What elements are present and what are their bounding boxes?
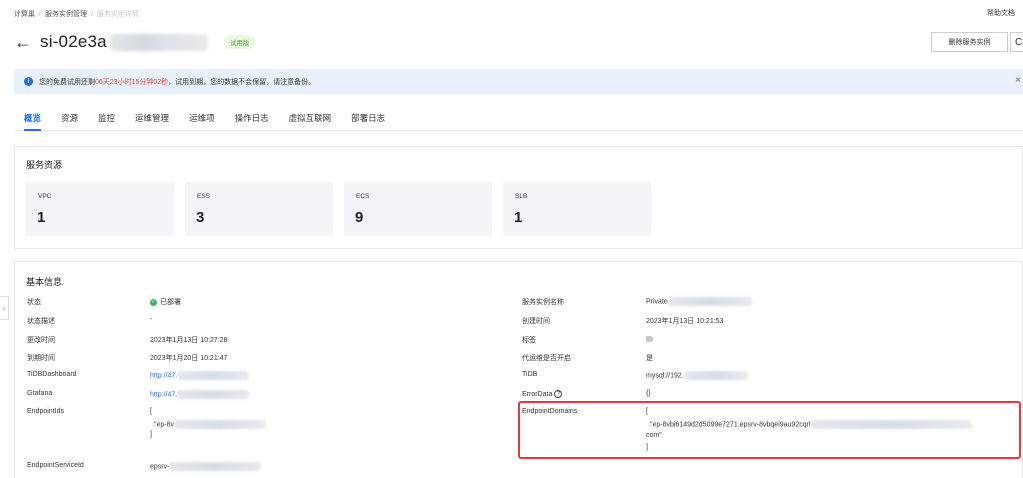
- back-arrow-icon[interactable]: ←: [14, 33, 32, 51]
- tidb-dashboard-link[interactable]: http://47.: [150, 372, 177, 379]
- tidb-label: TiDB: [522, 371, 538, 378]
- status-desc-label: 状态描述: [27, 318, 55, 325]
- status-desc-value: -: [150, 316, 153, 323]
- tab-virtual-network[interactable]: 虚拟互联网: [289, 106, 332, 130]
- breadcrumb-item-current: 服务实例详情: [96, 11, 139, 18]
- stat-card-slb[interactable]: SLB 1: [503, 182, 651, 236]
- page-title: si-02e3a: [40, 32, 107, 51]
- collapse-handle[interactable]: ‹: [0, 296, 9, 320]
- created-time-label: 创建时间: [522, 318, 550, 325]
- tab-monitoring[interactable]: 监控: [98, 106, 115, 130]
- error-data-value: {}: [646, 390, 651, 397]
- refresh-button[interactable]: C: [1010, 32, 1023, 52]
- expire-time-label: 到期时间: [27, 355, 55, 362]
- alert-suffix: ，试用到期，您的数据不会保留，请注意备份。: [168, 78, 316, 86]
- top-bar: 计算巢 / 服务实例管理 / 服务实例详情 帮助文档: [0, 0, 1023, 26]
- stat-card-ess[interactable]: ESS 3: [185, 182, 333, 236]
- endpoint-ids-label: EndpointIds: [27, 408, 64, 415]
- endpoint-service-label: EndpointServiceId: [27, 462, 84, 469]
- stat-label: VPC: [38, 193, 52, 200]
- tidb-value: mysql://192.: [646, 371, 748, 380]
- breadcrumb-item-compute-nest[interactable]: 计算巢: [14, 9, 35, 19]
- tab-ops-items[interactable]: 运维项: [189, 106, 215, 130]
- stat-value: 3: [196, 209, 205, 226]
- endpoint-ids-text: "ep-8v: [154, 421, 174, 429]
- breadcrumb: 计算巢 / 服务实例管理 / 服务实例详情: [14, 9, 139, 19]
- stat-card-ecs[interactable]: ECS 9: [344, 182, 492, 236]
- stat-value: 9: [355, 209, 364, 226]
- info-icon: i: [24, 77, 33, 86]
- alert-countdown: 06天23小时15分钟02秒: [95, 78, 169, 86]
- tab-bar: 概览 资源 监控 运维管理 运维项 操作日志 虚拟互联网 部署日志: [14, 106, 1023, 131]
- highlight-box: [518, 401, 1021, 459]
- expire-time-value: 2023年1月20日 10:21:47: [150, 355, 228, 362]
- stat-value: 1: [37, 209, 46, 226]
- endpoint-ids-open: [: [150, 408, 152, 415]
- grafana-value: http://47.: [150, 390, 250, 399]
- redacted-text: [177, 390, 250, 399]
- stat-label: SLB: [515, 193, 528, 200]
- page-header: ← si-02e3a 试用版: [14, 30, 256, 54]
- endpoint-ids-close: ]: [150, 431, 152, 438]
- grafana-link[interactable]: http://47.: [150, 391, 177, 398]
- stat-label: ESS: [197, 193, 211, 200]
- redacted-text: [174, 420, 266, 429]
- instance-name-text: Private: [646, 298, 668, 306]
- tab-resources[interactable]: 资源: [61, 106, 78, 130]
- trial-alert: i 您的免费试用还剩 06天23小时15分钟02秒 ，试用到期，您的数据不会保留…: [14, 69, 1023, 94]
- tab-deploy-logs[interactable]: 部署日志: [351, 106, 385, 130]
- section-title: 基本信息: [26, 277, 63, 287]
- created-time-value: 2023年1月13日 10:21:53: [646, 318, 724, 325]
- status-value: ✓ 已部署: [150, 297, 181, 307]
- breadcrumb-item-instances[interactable]: 服务实例管理: [45, 9, 87, 19]
- section-title: 服务资源: [26, 160, 63, 170]
- check-circle-icon: ✓: [150, 298, 157, 306]
- breadcrumb-separator: /: [39, 10, 41, 18]
- question-circle-icon[interactable]: ?: [554, 390, 563, 398]
- ops-enabled-value: 是: [646, 355, 653, 362]
- delete-instance-button[interactable]: 删除服务实例: [931, 32, 1008, 52]
- breadcrumb-separator: /: [90, 10, 93, 18]
- stat-value: 1: [514, 209, 523, 226]
- chevron-left-icon: ‹: [2, 303, 6, 313]
- tidb-text: mysql://192.: [646, 372, 684, 380]
- tab-operation-logs[interactable]: 操作日志: [235, 106, 269, 130]
- endpoint-service-value: epsrv-: [150, 462, 262, 471]
- tag-icon[interactable]: [646, 336, 654, 342]
- close-icon[interactable]: ×: [1015, 75, 1021, 86]
- redacted-text: [169, 462, 262, 471]
- endpoint-ids-item: "ep-8v: [154, 420, 266, 429]
- tab-ops-management[interactable]: 运维管理: [135, 106, 169, 130]
- instance-name-value: Private: [646, 297, 752, 306]
- update-time-value: 2023年1月13日 10:27:28: [150, 337, 228, 344]
- grafana-label: Grafana: [27, 390, 53, 397]
- tidb-dashboard-value: http://47.: [150, 371, 250, 380]
- redacted-text: [177, 371, 250, 380]
- error-data-text: ErrorData: [522, 390, 553, 398]
- refresh-icon: C: [1015, 36, 1023, 48]
- error-data-label: ErrorData?: [522, 390, 563, 398]
- ops-enabled-label: 代运维是否开启: [522, 355, 571, 362]
- endpoint-service-text: epsrv-: [150, 463, 170, 471]
- service-resources-card: 服务资源 VPC 1 ESS 3 ECS 9 SLB 1: [14, 146, 1023, 249]
- redacted-text: [683, 371, 748, 380]
- stat-card-vpc[interactable]: VPC 1: [26, 182, 174, 236]
- tags-value[interactable]: [646, 336, 654, 344]
- update-time-label: 更改时间: [27, 337, 55, 344]
- alert-prefix: 您的免费试用还剩: [39, 78, 95, 86]
- help-docs-link[interactable]: 帮助文档: [987, 8, 1015, 18]
- redacted-title-suffix: [109, 33, 208, 51]
- status-label: 状态: [27, 299, 41, 306]
- redacted-text: [667, 297, 752, 306]
- instance-name-label: 服务实例名称: [522, 299, 564, 306]
- status-text: 已部署: [160, 299, 181, 306]
- trial-badge: 试用版: [223, 35, 256, 49]
- stat-label: ECS: [356, 193, 370, 200]
- tidb-dashboard-label: TiDBDashboard: [27, 371, 77, 378]
- tab-overview[interactable]: 概览: [24, 106, 42, 131]
- tags-label: 标签: [522, 337, 536, 344]
